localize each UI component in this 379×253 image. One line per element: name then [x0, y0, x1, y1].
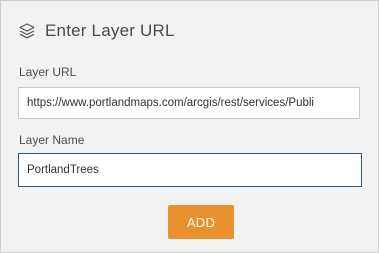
layer-name-input[interactable] — [18, 153, 362, 187]
layer-name-label: Layer Name — [19, 133, 85, 147]
panel-title: Enter Layer URL — [45, 21, 175, 40]
layers-icon — [18, 22, 36, 40]
panel-header: Enter Layer URL — [18, 19, 175, 43]
add-button[interactable]: ADD — [168, 205, 234, 239]
layer-url-label: Layer URL — [19, 65, 77, 79]
layer-url-input[interactable] — [18, 87, 360, 119]
enter-layer-url-panel: Enter Layer URL Layer URL Layer Name ADD — [0, 0, 379, 253]
